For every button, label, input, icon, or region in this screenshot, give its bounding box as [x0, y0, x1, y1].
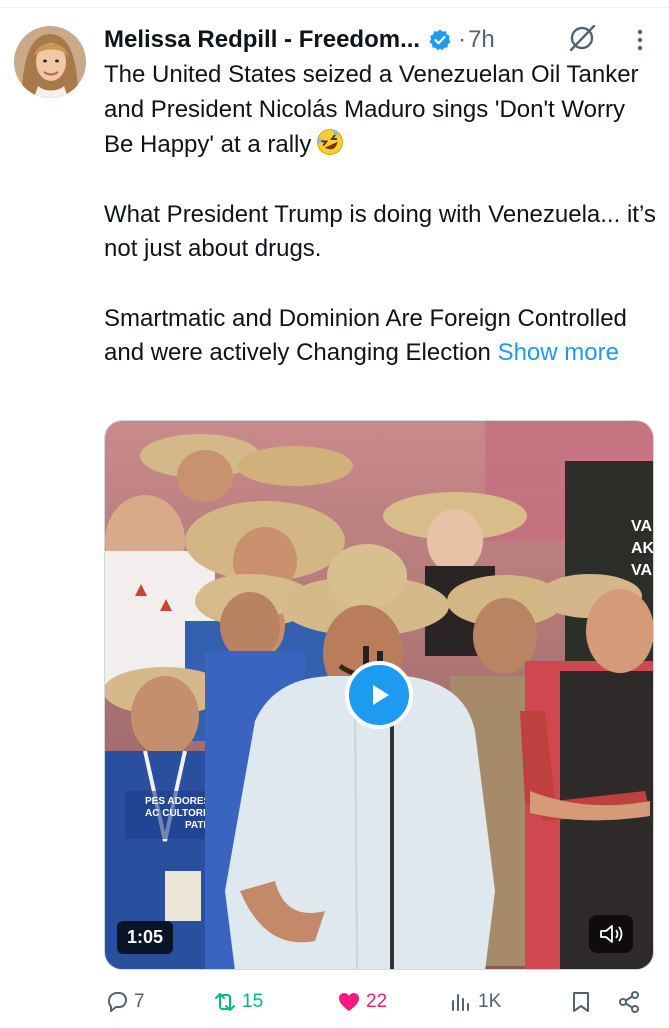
- rolling-on-floor-laughing-emoji: [315, 127, 345, 157]
- video-player[interactable]: VA AK VAI PES ADORES AC CULTORES PATRI 1…: [104, 420, 654, 970]
- separator-dot: ·: [458, 26, 467, 53]
- like-count: 22: [366, 991, 388, 1012]
- avatar[interactable]: [14, 26, 86, 98]
- more-icon[interactable]: [628, 26, 652, 56]
- tweet-paragraph-text: The United States seized a Venezuelan Oi…: [104, 61, 639, 158]
- tweet-paragraph: The United States seized a Venezuelan Oi…: [104, 58, 660, 163]
- bookmark-button[interactable]: [568, 985, 594, 1019]
- like-button[interactable]: 22: [336, 985, 387, 1019]
- repost-count: 15: [242, 991, 264, 1012]
- volume-button[interactable]: [589, 915, 633, 953]
- views-icon: [452, 994, 469, 1011]
- lanyard-text: PES ADORES: [145, 796, 211, 807]
- bookmark-icon: [573, 992, 589, 1012]
- sign-text: AK: [631, 540, 654, 557]
- play-button[interactable]: [345, 661, 413, 729]
- play-icon: [373, 685, 389, 705]
- action-bar: 7 15 22 1K: [104, 985, 652, 1019]
- sign-text: VA: [631, 518, 652, 535]
- video-duration: 1:05: [117, 921, 174, 954]
- timestamp[interactable]: 7h: [468, 26, 495, 54]
- repost-icon: [215, 993, 235, 1011]
- verified-badge-icon: [428, 28, 452, 52]
- like-icon: [339, 993, 359, 1011]
- tweet-text: The United States seized a Venezuelan Oi…: [104, 58, 660, 371]
- author-name[interactable]: Melissa Redpill - Freedom...: [104, 26, 420, 54]
- top-divider: [0, 0, 669, 8]
- sign-text: VAI: [631, 562, 654, 579]
- reply-count: 7: [134, 991, 145, 1012]
- show-more-link[interactable]: Show more: [498, 339, 619, 366]
- volume-icon: [600, 925, 623, 943]
- share-button[interactable]: [616, 985, 642, 1019]
- reply-icon: [108, 992, 127, 1012]
- reply-button[interactable]: 7: [104, 985, 145, 1019]
- grok-icon[interactable]: [566, 22, 598, 54]
- tweet-paragraph: What President Trump is doing with Venez…: [104, 200, 656, 263]
- views-button[interactable]: 1K: [448, 985, 501, 1019]
- view-count: 1K: [478, 991, 502, 1012]
- share-icon: [619, 991, 639, 1013]
- tweet-paragraph: Smartmatic and Dominion Are Foreign Cont…: [104, 302, 660, 371]
- repost-button[interactable]: 15: [212, 985, 263, 1019]
